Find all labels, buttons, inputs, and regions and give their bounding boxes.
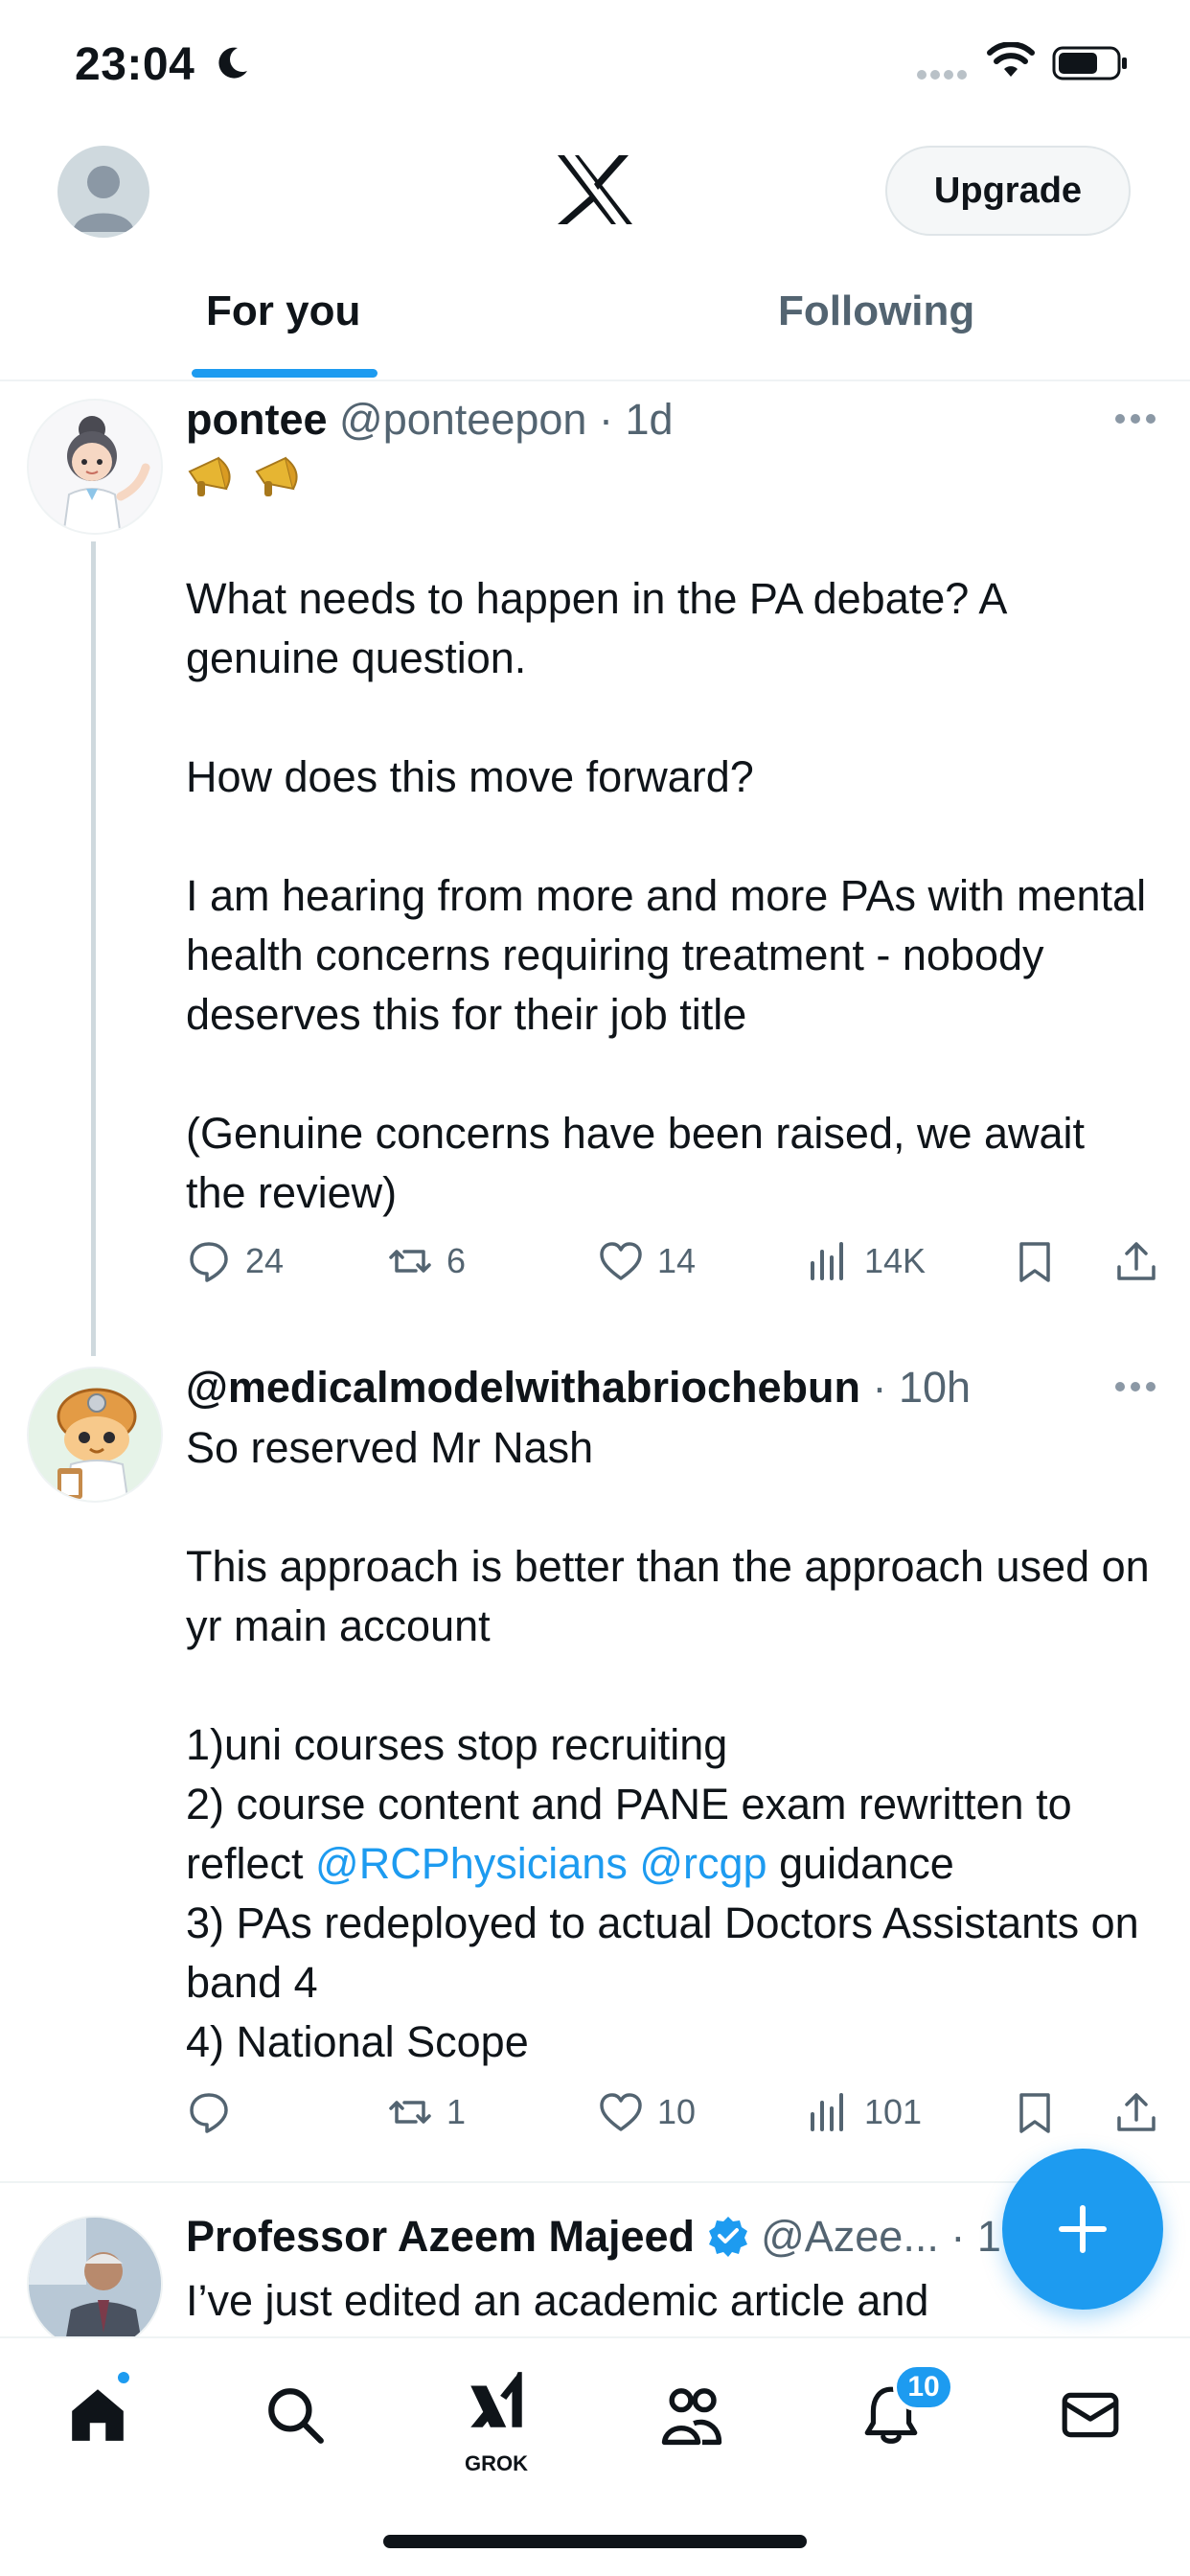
tweet-header: Professor Azeem Majeed @Azee... · 1 [186,2212,1001,2262]
default-avatar-icon [73,166,134,232]
more-options-icon[interactable] [1113,1380,1157,1393]
tweet-actions: 24 6 14 14K [186,1238,1163,1296]
avatar[interactable] [27,399,163,535]
share-button[interactable] [1113,1238,1159,1284]
repost-button[interactable]: 1 [387,2089,466,2135]
bookmark-button[interactable] [1012,1238,1058,1284]
bookmark-button[interactable] [1012,2089,1058,2135]
search-icon [268,2388,324,2444]
views-button[interactable]: 14K [805,1238,926,1284]
verified-badge-icon [708,2217,747,2257]
megaphone-icon [255,456,298,496]
home-indicator-bar[interactable] [383,2535,807,2548]
wifi-icon [987,42,1035,77]
tweet[interactable]: pontee @ponteepon · 1d What needs to hap… [0,383,1190,1356]
grok-label: GROK [465,2451,528,2475]
author-handle[interactable]: @Azee... [761,2212,939,2261]
tweet-text: I’ve just edited an academic article and [186,2276,929,2325]
heart-icon [600,1242,642,1280]
more-options-icon[interactable] [1113,412,1157,426]
share-icon [1117,1242,1156,1280]
status-bar: 23:04 [0,0,1190,134]
repost-count: 6 [446,1241,467,1280]
reply-count: 24 [245,1241,285,1280]
tab-following[interactable]: Following [778,288,974,335]
heart-icon [600,2093,642,2131]
person-photo-avatar [29,2218,161,2336]
views-count: 14K [864,1241,927,1280]
tab-for-you[interactable]: For you [206,288,360,335]
author-handle[interactable]: @ponteepon [339,395,586,444]
views-button[interactable]: 101 [805,2089,922,2135]
tweet-text: So reserved Mr Nash This approach is bet… [186,1418,1154,2072]
moon-icon [218,47,247,79]
views-chart-icon [811,2093,843,2131]
tweet-text-part: So reserved Mr Nash This approach is bet… [186,1423,1150,1888]
nav-search[interactable] [257,2377,333,2453]
brioche-doctor-avatar-illustration [29,1368,161,1501]
mention-link[interactable]: @rcgp [639,1839,767,1888]
nav-messages[interactable] [1052,2377,1129,2453]
bookmark-icon [1019,2093,1050,2133]
avatar[interactable] [27,1367,163,1503]
active-tab-indicator [192,369,378,378]
author-name[interactable]: Professor Azeem Majeed [186,2212,695,2261]
like-button[interactable]: 14 [598,1238,696,1284]
mention-link[interactable]: @RCPhysicians [315,1839,628,1888]
grok-icon [470,2372,522,2427]
tweet-time[interactable]: · 1d [599,395,674,444]
compose-post-button[interactable] [1002,2149,1163,2310]
reply-icon [190,2093,228,2133]
thread-connector-line [91,541,96,1356]
reply-button[interactable] [186,2089,232,2135]
like-count: 14 [657,1241,697,1280]
battery-icon [1052,46,1127,80]
bookmark-icon [1019,1242,1050,1282]
share-button[interactable] [1113,2089,1159,2135]
top-header: Upgrade For you Following [0,134,1190,381]
upgrade-button[interactable]: Upgrade [885,146,1131,236]
status-time: 23:04 [75,39,195,90]
nav-communities[interactable] [653,2377,730,2453]
plus-icon [1059,2205,1107,2253]
author-name[interactable]: @medicalmodelwithabriochebun [186,1363,860,1412]
profile-avatar-button[interactable] [57,146,149,238]
notification-count-badge: 10 [893,2363,954,2411]
communities-icon [661,2388,722,2446]
repost-count: 1 [446,2092,467,2131]
doctor-avatar-illustration [29,401,161,533]
reply-icon [190,1242,228,1282]
like-button[interactable]: 10 [598,2089,696,2135]
megaphone-icon [188,456,231,496]
share-icon [1117,2093,1156,2131]
views-count: 101 [864,2092,923,2131]
tweet-header: @medicalmodelwithabriochebun · 10h [186,1363,971,1413]
home-icon [72,2389,124,2441]
tweet-header: pontee @ponteepon · 1d [186,395,674,445]
cellular-signal-icon [917,70,967,80]
repost-button[interactable]: 6 [387,1238,466,1284]
x-logo-icon[interactable] [556,153,634,226]
like-count: 10 [657,2092,697,2131]
megaphone-emoji-row [186,450,312,500]
author-name[interactable]: pontee [186,395,328,444]
tweet-actions: 1 10 101 [186,2089,1163,2147]
repost-icon [389,2101,431,2124]
tweet-text: What needs to happen in the PA debate? A… [186,574,1147,1217]
home-unread-dot [115,2369,132,2386]
tweet[interactable]: @medicalmodelwithabriochebun · 10h So re… [0,1351,1190,2181]
tweet-time[interactable]: · 10h [873,1363,972,1412]
tweet-time[interactable]: · 1 [950,2212,1001,2261]
messages-envelope-icon [1062,2392,1119,2438]
avatar[interactable] [27,2216,163,2336]
reply-button[interactable]: 24 [186,1238,284,1284]
nav-grok[interactable] [458,2363,535,2440]
nav-home[interactable] [59,2377,136,2453]
views-chart-icon [811,1242,843,1280]
repost-icon [389,1250,431,1273]
